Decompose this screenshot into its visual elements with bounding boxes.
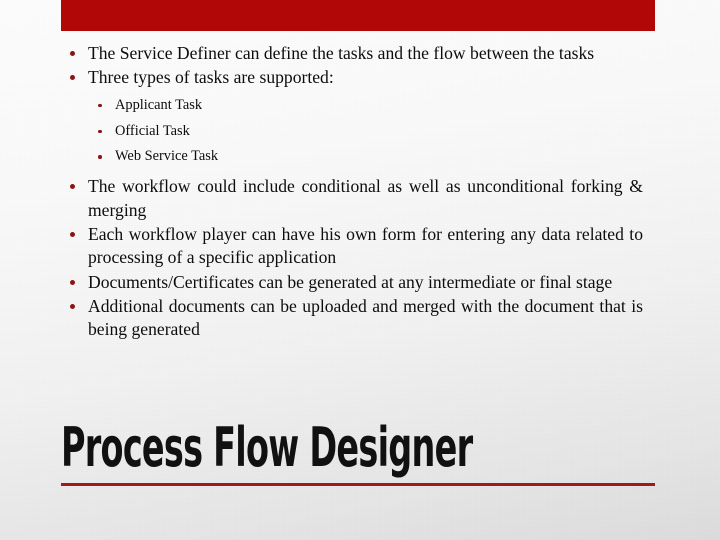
title-underline-rule <box>61 483 655 487</box>
sub-bullet-dot-icon <box>98 155 102 159</box>
bullet-dot-icon <box>70 231 75 237</box>
page-title: Process Flow Designer <box>61 416 473 479</box>
bullet-text: Each workflow player can have his own fo… <box>88 223 643 268</box>
bullet-dot-icon <box>70 279 75 285</box>
top-accent-bar <box>61 0 655 31</box>
list-item: Three types of tasks are supported: Appl… <box>61 66 643 170</box>
bullet-dot-icon <box>70 51 75 56</box>
sub-bullet-text: Web Service Task <box>115 148 219 165</box>
bullet-text: The Service Definer can define the tasks… <box>88 43 595 63</box>
sub-bullet-text: Official Task <box>115 122 190 139</box>
bullet-text: Documents/Certificates can be generated … <box>88 271 613 292</box>
bullet-list: The Service Definer can define the tasks… <box>61 42 643 342</box>
list-item: Official Task <box>88 119 643 145</box>
list-item: Each workflow player can have his own fo… <box>61 223 643 270</box>
list-item: Web Service Task <box>88 144 643 170</box>
bullet-text: The workflow could include conditional a… <box>88 176 643 220</box>
sub-bullet-dot-icon <box>98 103 102 108</box>
bullet-text: Additional documents can be uploaded and… <box>88 296 643 340</box>
bullet-dot-icon <box>70 184 75 190</box>
slide-title-block: Process Flow Designer <box>61 416 655 487</box>
bullet-dot-icon <box>70 75 75 81</box>
list-item: Applicant Task <box>88 93 643 119</box>
bullet-dot-icon <box>70 304 75 310</box>
sub-bullet-list: Applicant Task Official Task Web Service… <box>88 93 643 170</box>
list-item: The workflow could include conditional a… <box>61 175 643 222</box>
bullet-text: Three types of tasks are supported: <box>88 67 334 88</box>
list-item: Documents/Certificates can be generated … <box>61 271 643 294</box>
sub-bullet-dot-icon <box>98 129 102 134</box>
slide-body-content: The Service Definer can define the tasks… <box>61 42 643 343</box>
presentation-slide: The Service Definer can define the tasks… <box>0 0 720 540</box>
sub-bullet-text: Applicant Task <box>115 96 203 113</box>
list-item: Additional documents can be uploaded and… <box>61 295 643 342</box>
list-item: The Service Definer can define the tasks… <box>61 42 643 65</box>
